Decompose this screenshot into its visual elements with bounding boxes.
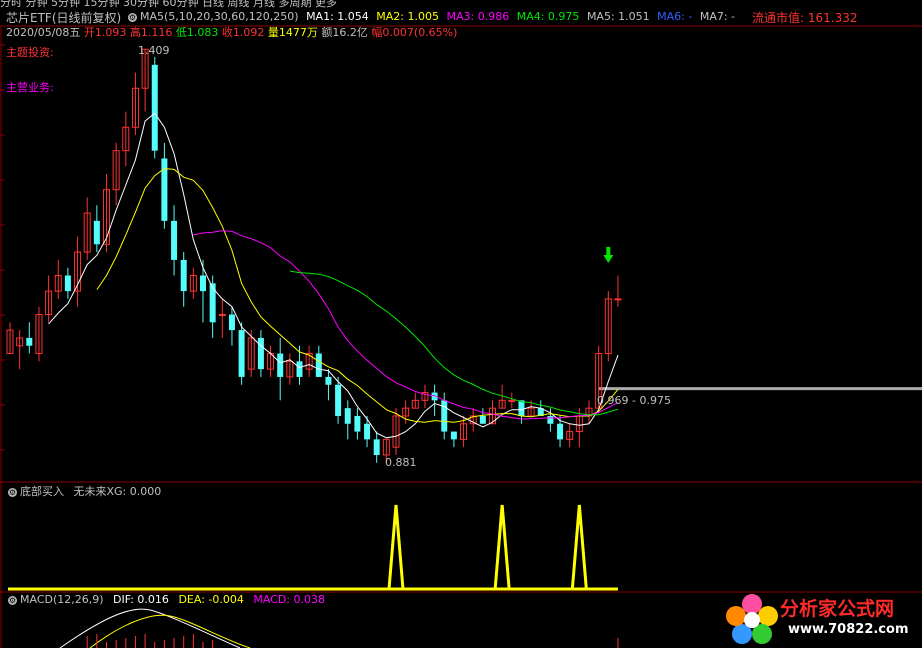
candle-body-up (614, 298, 622, 301)
settings-icon[interactable]: ⚙ (8, 487, 17, 497)
candle-body-down (364, 423, 371, 440)
candle-body-up (218, 314, 226, 317)
watermark-name: 分析家公式网 (780, 598, 895, 620)
candle-body-down (209, 283, 216, 323)
signal-peak (570, 504, 588, 590)
candle-body-down (354, 415, 361, 432)
panel3-header: ⚙ MACD(12,26,9) DIF: 0.016 DEA: -0.004 MA… (8, 593, 325, 606)
candle-body-down (238, 330, 245, 377)
candle-body-down (441, 400, 448, 432)
candle-body-down (450, 431, 457, 440)
candle-body-down (200, 275, 206, 292)
max-price-label: 1.409 (138, 44, 170, 57)
panel2-header: ⚙ 底部买入 无未来XG: 0.000 (8, 483, 161, 499)
candle-body-down (171, 220, 178, 260)
candle-body-down (335, 384, 342, 416)
panel2-sub: 无未来XG: 0.000 (73, 485, 162, 498)
kline-chart[interactable] (0, 0, 922, 648)
flower-icon (726, 594, 778, 644)
candle-body-down (518, 400, 525, 416)
watermark-url: www.70822.com (788, 622, 909, 637)
candle-body-down (325, 376, 332, 385)
settings-icon[interactable]: ⚙ (8, 595, 17, 605)
candle-body-down (315, 353, 322, 377)
down-arrow-icon (603, 247, 614, 263)
candle-body-down (180, 259, 187, 292)
candle-body-down (151, 64, 158, 151)
min-price-label: 0.881 (385, 456, 417, 469)
candle-body-up (508, 399, 516, 402)
dea-line (89, 614, 251, 648)
candle-body-down (64, 275, 71, 292)
dea-value: DEA: -0.004 (178, 593, 244, 606)
ma1-line (48, 112, 619, 439)
candle-body-down (557, 423, 564, 440)
candle-body-down (161, 158, 168, 221)
candle-body-down (344, 408, 351, 424)
candle-body-down (296, 361, 303, 377)
candle-body-down (373, 439, 380, 455)
macd-title: MACD(12,26,9) (20, 593, 104, 606)
panel2-title: 底部买入 (20, 485, 64, 498)
candle-body-down (93, 220, 100, 245)
signal-peak (493, 504, 511, 590)
candle-body-down (26, 337, 33, 346)
macd-value: MACD: 0.038 (253, 593, 326, 606)
range-label: 0.969 - 0.975 (597, 394, 671, 407)
candle-body-down (277, 353, 284, 377)
candle-body-down (547, 415, 554, 424)
candle-body-down (479, 415, 486, 424)
candle-body-down (257, 337, 264, 370)
candle-body-down (228, 314, 235, 331)
signal-peak (387, 504, 405, 590)
ma3-line (193, 230, 619, 420)
dif-value: DIF: 0.016 (113, 593, 169, 606)
watermark-logo: 分析家公式网 www.70822.com (722, 590, 918, 646)
ma2-line (96, 168, 619, 423)
